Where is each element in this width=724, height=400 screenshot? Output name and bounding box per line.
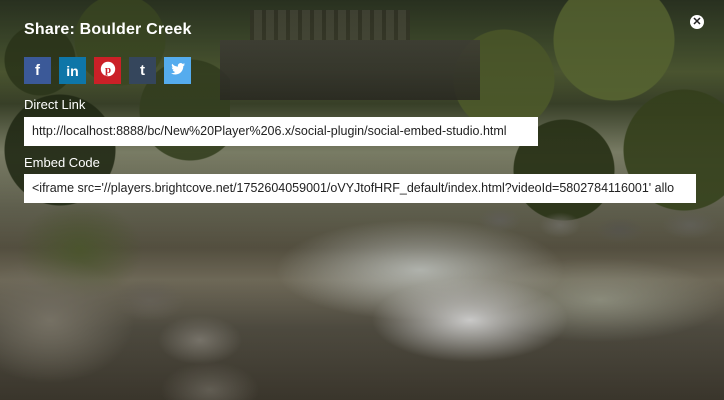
share-title: Share: Boulder Creek <box>24 21 192 38</box>
direct-link-field[interactable]: http://localhost:8888/bc/New%20Player%20… <box>24 117 538 146</box>
tumblr-icon: t <box>140 62 145 79</box>
twitter-share-button[interactable] <box>164 57 191 84</box>
facebook-share-button[interactable]: f <box>24 57 51 84</box>
twitter-icon <box>170 61 186 81</box>
tumblr-share-button[interactable]: t <box>129 57 156 84</box>
facebook-icon: f <box>35 62 40 79</box>
pinterest-share-button[interactable]: p <box>94 57 121 84</box>
linkedin-icon: in <box>66 62 79 79</box>
close-icon: ✕ <box>692 16 702 28</box>
direct-link-label: Direct Link <box>24 97 86 112</box>
pinterest-icon: p <box>100 61 116 81</box>
close-button[interactable]: ✕ <box>690 15 704 29</box>
share-panel: Share: Boulder Creek ✕ f in p t Direct L… <box>0 0 724 400</box>
linkedin-share-button[interactable]: in <box>59 57 86 84</box>
embed-code-field[interactable]: <iframe src='//players.brightcove.net/17… <box>24 174 696 203</box>
svg-text:p: p <box>104 64 110 76</box>
social-buttons: f in p t <box>24 57 191 84</box>
embed-code-label: Embed Code <box>24 155 100 170</box>
